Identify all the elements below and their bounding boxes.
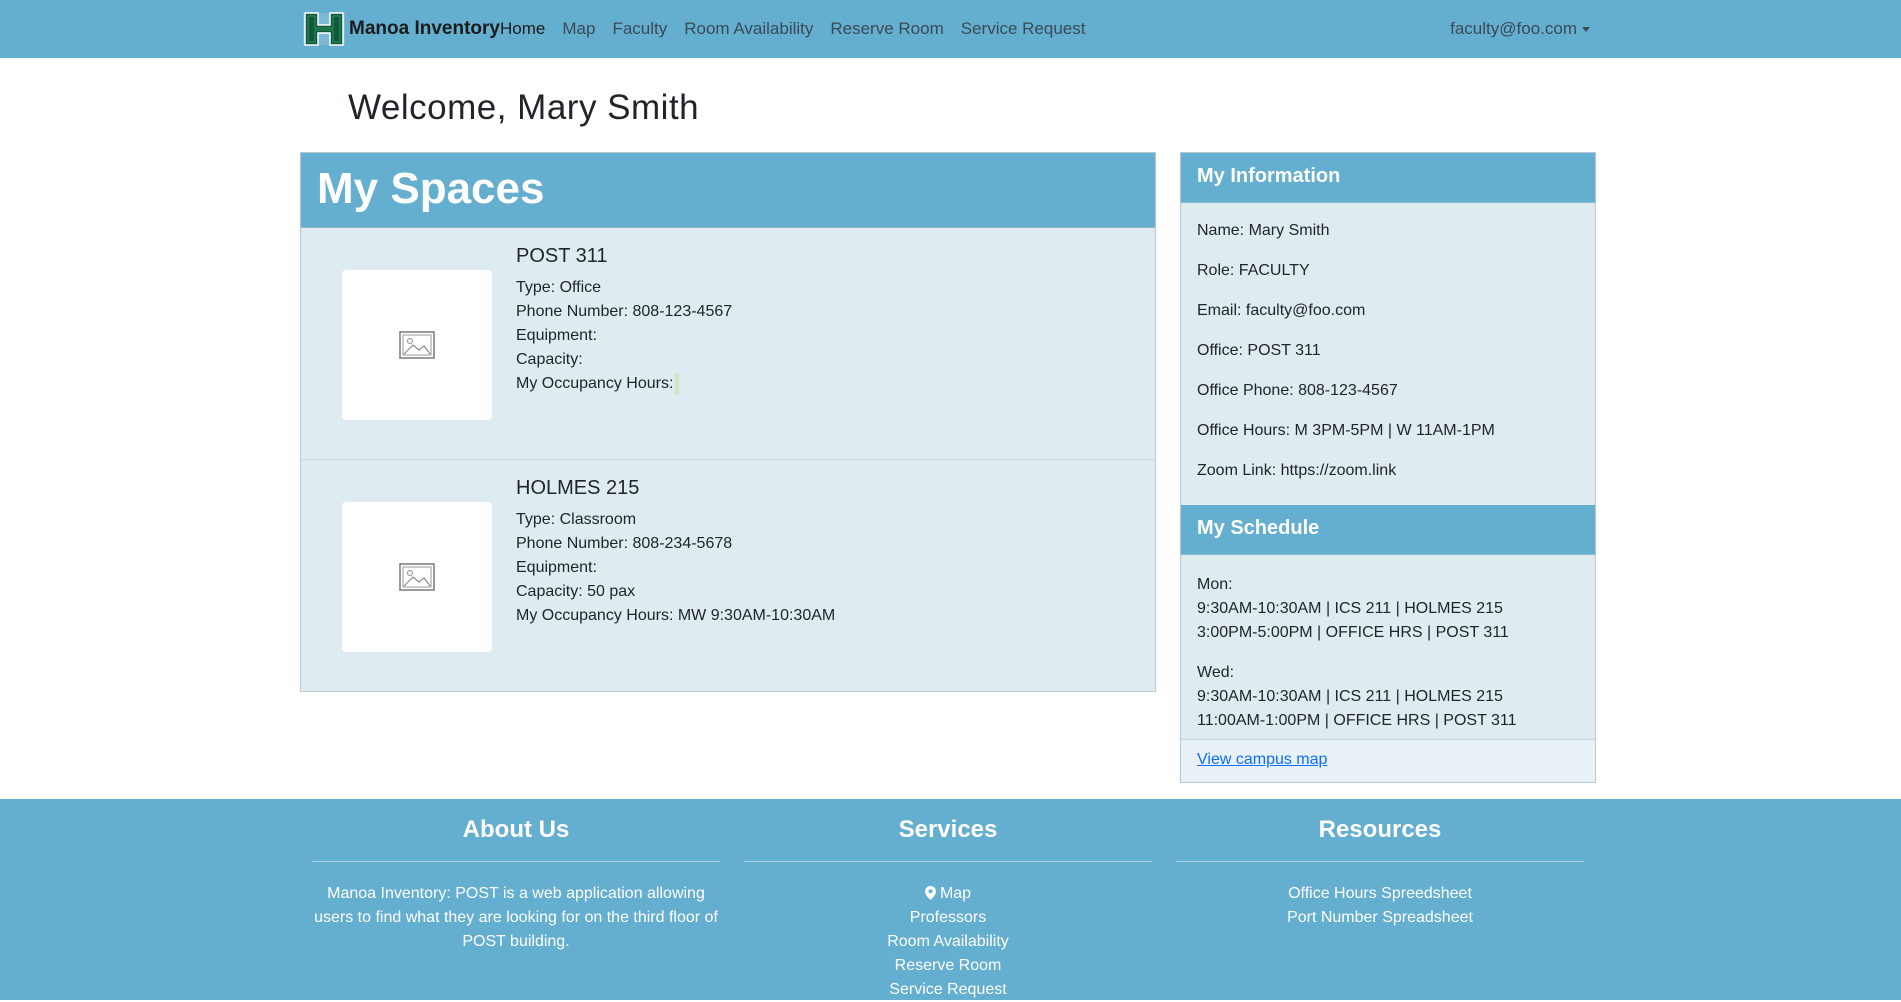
info-office-hours: Office Hours: M 3PM-5PM | W 11AM-1PM — [1197, 422, 1495, 439]
map-pin-icon — [924, 886, 936, 900]
nav-links: Home Map Faculty Room Availability Reser… — [500, 0, 1102, 58]
space-name: POST 311 — [516, 245, 608, 267]
schedule-day-label: Mon: — [1197, 576, 1233, 593]
space-occupancy-row: My Occupancy Hours: — [516, 372, 732, 396]
schedule-day: Mon: 9:30AM-10:30AM | ICS 211 | HOLMES 2… — [1197, 573, 1579, 645]
footer-link-port-number-spreadsheet[interactable]: Port Number Spreadsheet — [1176, 906, 1584, 930]
space-image — [342, 270, 492, 420]
text-cursor-highlight — [675, 372, 680, 395]
footer-link-room-availability[interactable]: Room Availability — [744, 930, 1152, 954]
caret-down-icon — [1582, 26, 1590, 32]
space-type: Type: Office — [516, 279, 602, 296]
my-spaces-header: My Spaces — [301, 153, 1155, 228]
space-equipment: Equipment: — [516, 327, 597, 344]
schedule-day-label: Wed: — [1197, 664, 1235, 681]
info-role: Role: FACULTY — [1197, 262, 1310, 279]
footer-resources-title: Resources — [1318, 816, 1442, 843]
information-list: Name: Mary Smith Role: FACULTY Email: fa… — [1181, 203, 1595, 505]
nav-room-availability[interactable]: Room Availability — [684, 19, 813, 39]
space-occupancy: My Occupancy Hours: MW 9:30AM-10:30AM — [516, 607, 836, 624]
my-spaces-title: My Spaces — [317, 164, 545, 213]
footer-services-title: Services — [898, 816, 998, 843]
uh-h-logo-icon — [303, 12, 345, 46]
footer-resources: Resources Office Hours Spreedsheet Port … — [1176, 799, 1584, 930]
space-occupancy: My Occupancy Hours: — [516, 375, 674, 392]
footer-link-map-label: Map — [939, 885, 972, 902]
space-capacity: Capacity: — [516, 351, 583, 368]
schedule-entry: 11:00AM-1:00PM | OFFICE HRS | POST 311 — [1197, 712, 1517, 729]
nav-faculty[interactable]: Faculty — [612, 19, 667, 39]
space-equipment: Equipment: — [516, 559, 597, 576]
space-phone: Phone Number: 808-123-4567 — [516, 303, 733, 320]
image-placeholder-icon — [399, 563, 435, 591]
nav-map[interactable]: Map — [562, 19, 595, 39]
space-details: HOLMES 215 Type: Classroom Phone Number:… — [516, 477, 835, 628]
footer-about: About Us Manoa Inventory: POST is a web … — [312, 799, 720, 954]
space-type: Type: Classroom — [516, 511, 637, 528]
brand-link[interactable]: Manoa Inventory — [302, 9, 500, 49]
navbar-container: Manoa Inventory Home Map Faculty Room Av… — [302, 0, 1590, 58]
footer-about-text: Manoa Inventory: POST is a web applicati… — [314, 885, 718, 950]
nav-home[interactable]: Home — [500, 19, 545, 39]
footer-link-professors[interactable]: Professors — [744, 906, 1152, 930]
info-name: Name: Mary Smith — [1197, 222, 1330, 239]
space-details: POST 311 Type: Office Phone Number: 808-… — [516, 245, 732, 396]
space-name: HOLMES 215 — [516, 477, 640, 499]
footer-link-reserve-room[interactable]: Reserve Room — [744, 954, 1152, 978]
my-information-card: My Information Name: Mary Smith Role: FA… — [1180, 152, 1596, 783]
space-capacity: Capacity: 50 pax — [516, 583, 636, 600]
schedule-day: Wed: 9:30AM-10:30AM | ICS 211 | HOLMES 2… — [1197, 661, 1579, 733]
footer-about-title: About Us — [462, 816, 570, 843]
footer-services: Services Map Professors Room Availabilit… — [744, 799, 1152, 1002]
nav-reserve-room[interactable]: Reserve Room — [830, 19, 943, 39]
info-zoom-link: Zoom Link: https://zoom.link — [1197, 462, 1397, 479]
space-item: POST 311 Type: Office Phone Number: 808-… — [301, 228, 1155, 459]
brand-name: Manoa Inventory — [349, 18, 500, 39]
my-information-title: My Information — [1181, 153, 1595, 203]
info-office: Office: POST 311 — [1197, 342, 1321, 359]
schedule-entry: 9:30AM-10:30AM | ICS 211 | HOLMES 215 — [1197, 600, 1503, 617]
user-email: faculty@foo.com — [1450, 19, 1577, 38]
info-office-phone: Office Phone: 808-123-4567 — [1197, 382, 1398, 399]
sidebar-footer: View campus map — [1181, 739, 1595, 782]
space-phone: Phone Number: 808-234-5678 — [516, 535, 733, 552]
user-dropdown[interactable]: faculty@foo.com — [1450, 0, 1590, 58]
footer-link-office-hours-spreadsheet[interactable]: Office Hours Spreedsheet — [1176, 882, 1584, 906]
image-placeholder-icon — [399, 331, 435, 359]
footer-divider — [1176, 861, 1584, 862]
footer-link-map[interactable]: Map — [744, 882, 1152, 906]
space-item: HOLMES 215 Type: Classroom Phone Number:… — [301, 459, 1155, 691]
my-schedule-title: My Schedule — [1181, 505, 1595, 555]
footer-divider — [312, 861, 720, 862]
schedule-entry: 9:30AM-10:30AM | ICS 211 | HOLMES 215 — [1197, 688, 1503, 705]
top-navbar: Manoa Inventory Home Map Faculty Room Av… — [0, 0, 1901, 58]
space-image — [342, 502, 492, 652]
schedule-entry: 3:00PM-5:00PM | OFFICE HRS | POST 311 — [1197, 624, 1509, 641]
footer-divider — [744, 861, 1152, 862]
page-footer: About Us Manoa Inventory: POST is a web … — [0, 799, 1901, 1000]
info-email: Email: faculty@foo.com — [1197, 302, 1366, 319]
welcome-heading: Welcome, Mary Smith — [348, 88, 700, 127]
my-spaces-card: My Spaces POST 311 Type: Office Phone Nu… — [300, 152, 1156, 692]
nav-service-request[interactable]: Service Request — [961, 19, 1086, 39]
footer-link-service-request[interactable]: Service Request — [744, 978, 1152, 1002]
schedule-list: Mon: 9:30AM-10:30AM | ICS 211 | HOLMES 2… — [1181, 555, 1595, 759]
view-campus-map-link[interactable]: View campus map — [1197, 751, 1327, 769]
